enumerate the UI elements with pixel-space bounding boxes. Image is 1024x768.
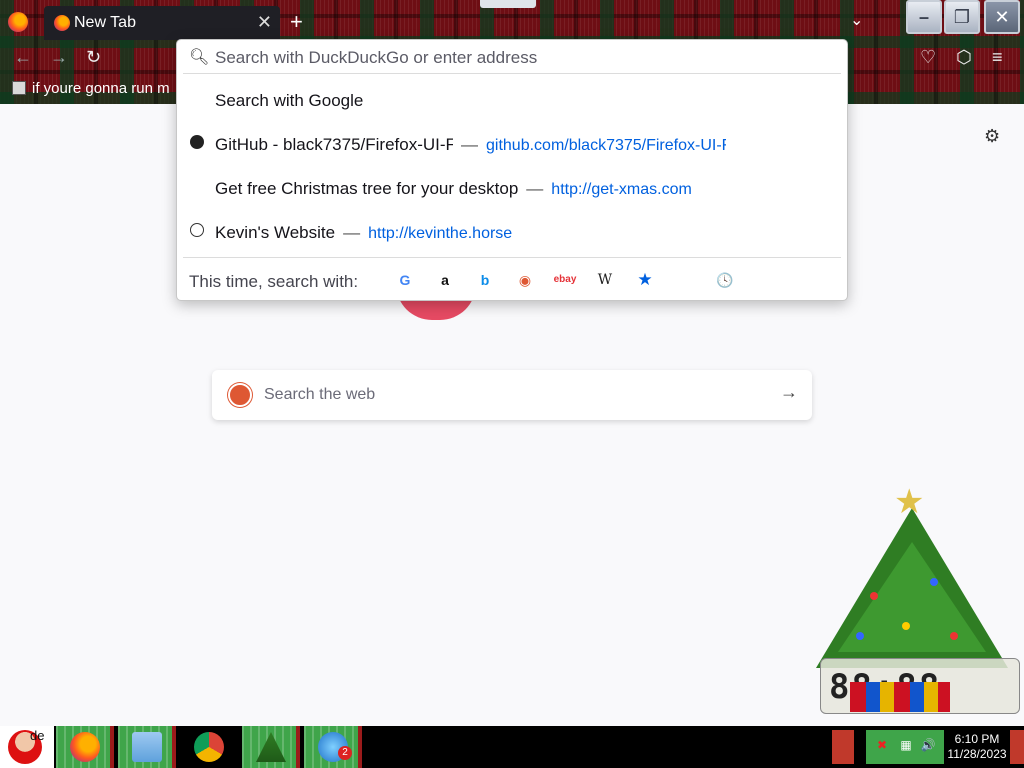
globe-icon (189, 223, 205, 239)
start-button[interactable]: de (0, 726, 54, 768)
ornament-icon (930, 578, 938, 586)
volume-icon[interactable]: 🔊 (920, 738, 936, 754)
divider (183, 257, 841, 258)
christmas-tree-widget: ★ 88:88 (790, 482, 1024, 722)
firefox-favicon-icon (54, 15, 70, 31)
network-error-icon[interactable]: ✖ (874, 738, 890, 754)
taskbar: de 2 ✖ ▦ 🔊 6:10 PM 11/28/2023 (0, 726, 1024, 768)
taskbar-separator (832, 730, 854, 764)
taskbar-xmas-tree[interactable] (242, 726, 300, 768)
tab-close-icon[interactable]: ✕ (257, 12, 272, 33)
one-off-label: This time, search with: (189, 272, 359, 291)
clock-time: 6:10 PM (954, 732, 1000, 746)
bookmark-favicon-icon (12, 81, 26, 95)
suggestion-search-google[interactable]: Search with Google (177, 80, 847, 120)
suggestion-url: http://kevinthe.horse (368, 225, 513, 242)
clock-date: 11/28/2023 (947, 747, 1007, 761)
ornament-icon (870, 592, 878, 600)
start-label: de (30, 728, 45, 743)
suggestion-title: GitHub - black7375/Firefox-UI-Fix: 🦊 I r… (215, 135, 453, 154)
ornament-icon (856, 632, 864, 640)
search-icon: 🔍︎ (189, 49, 210, 66)
maximize-button[interactable]: ❐ (944, 0, 980, 34)
app-menu-icon[interactable]: ≡ (992, 47, 1003, 68)
github-icon (189, 135, 205, 151)
close-window-button[interactable]: ✕ (984, 0, 1020, 34)
urlbar-dropdown: 🔍︎ Search with DuckDuckGo or enter addre… (176, 39, 848, 301)
web-search-box[interactable]: Search the web → (212, 370, 812, 420)
system-tray: ✖ ▦ 🔊 (866, 730, 944, 764)
suggestion-kevins-website[interactable]: Kevin's Website — http://kevinthe.horse (177, 212, 847, 252)
search-submit-arrow-icon[interactable]: → (780, 382, 798, 403)
tab-bar: New Tab ✕ + ⌄ – ❐ ✕ (0, 0, 1024, 42)
urlbar-placeholder: Search with DuckDuckGo or enter address (215, 48, 538, 67)
folder-icon (132, 732, 162, 762)
taskbar-file-explorer[interactable] (118, 726, 176, 768)
tab-new-tab[interactable]: New Tab ✕ (44, 6, 280, 40)
reload-icon[interactable]: ↻ (86, 47, 101, 68)
suggestion-title: Kevin's Website (215, 223, 336, 242)
window-drag-grip[interactable] (480, 0, 536, 8)
separator: — (343, 223, 361, 242)
amazon-engine-icon[interactable]: a (435, 270, 455, 290)
google-engine-icon[interactable]: G (395, 270, 415, 290)
suggestion-url: http://get-xmas.com (551, 181, 692, 198)
taskbar-firefox[interactable] (56, 726, 114, 768)
new-tab-button[interactable]: + (290, 9, 303, 35)
suggestion-url: github.com/black7375/Firefox-UI-F (486, 137, 726, 154)
notification-badge: 2 (338, 746, 352, 760)
web-search-placeholder: Search the web (264, 386, 376, 403)
one-off-search-bar: This time, search with: G a b ◉ ebay W ★… (177, 260, 847, 300)
bookmark-item[interactable]: if youre gonna run m (12, 80, 170, 97)
network-icon[interactable]: ▦ (898, 738, 914, 754)
urlbar-input[interactable]: 🔍︎ Search with DuckDuckGo or enter addre… (177, 40, 847, 74)
bookmark-label: if youre gonna run m (32, 80, 170, 97)
suggestion-get-xmas[interactable]: Get free Christmas tree for your desktop… (177, 168, 847, 208)
extensions-icon[interactable]: ⬡ (956, 47, 972, 68)
minimize-button[interactable]: – (906, 0, 942, 34)
divider (183, 73, 841, 74)
star-icon: ★ (894, 483, 925, 521)
suggestion-title: Get free Christmas tree for your desktop (215, 179, 519, 198)
duckduckgo-engine-icon[interactable]: ◉ (515, 270, 535, 290)
christmas-tree-icon (256, 732, 286, 762)
suggestion-title: Search with Google (215, 91, 364, 110)
taskbar-clock[interactable]: 6:10 PM 11/28/2023 (946, 732, 1008, 762)
ornament-icon (950, 632, 958, 640)
back-icon[interactable]: ← (14, 47, 32, 68)
gifts-icon (850, 682, 950, 712)
suggestion-github[interactable]: GitHub - black7375/Firefox-UI-Fix: 🦊 I r… (177, 124, 847, 164)
wikipedia-engine-icon[interactable]: W (595, 270, 615, 290)
list-all-tabs-icon[interactable]: ⌄ (850, 10, 863, 30)
gear-icon[interactable]: ⚙ (984, 126, 1000, 147)
separator: — (526, 179, 544, 198)
duckduckgo-icon (228, 383, 252, 407)
separator: — (461, 135, 478, 154)
history-clock-icon[interactable]: 🕓 (715, 270, 735, 290)
bookmarks-star-icon[interactable]: ★ (635, 270, 655, 290)
taskbar-chrome[interactable] (180, 726, 238, 768)
pocket-icon[interactable]: ♡ (920, 47, 936, 68)
taskbar-messenger[interactable]: 2 (304, 726, 362, 768)
firefox-view-icon[interactable] (8, 12, 28, 32)
tab-title: New Tab (74, 14, 136, 31)
show-desktop-button[interactable] (1010, 730, 1024, 764)
forward-icon[interactable]: → (50, 47, 68, 68)
firefox-icon (70, 732, 100, 762)
ornament-icon (902, 622, 910, 630)
ebay-engine-icon[interactable]: ebay (551, 270, 579, 290)
chrome-icon (194, 732, 224, 762)
bing-engine-icon[interactable]: b (475, 270, 495, 290)
